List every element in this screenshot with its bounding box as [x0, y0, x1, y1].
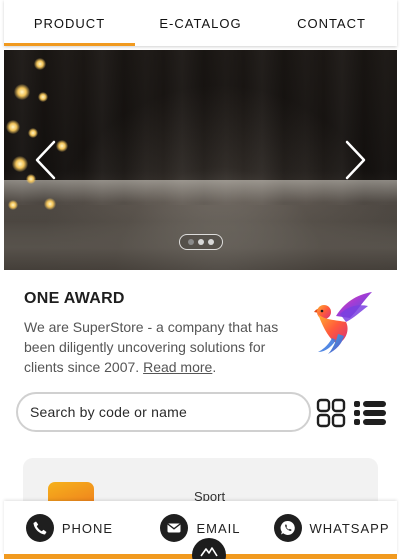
tab-contact[interactable]: CONTACT — [266, 0, 397, 46]
chevron-right-icon — [345, 140, 366, 180]
about-text: We are SuperStore - a company that has b… — [24, 317, 306, 377]
email-button[interactable]: EMAIL — [135, 514, 266, 542]
bokeh-light — [44, 198, 56, 210]
tab-product[interactable]: PRODUCT — [4, 0, 135, 46]
bird-logo-icon — [314, 292, 372, 354]
list-view-icon[interactable] — [353, 400, 387, 426]
app-root: PRODUCT E-CATALOG CONTACT ONE AWARD We a… — [0, 0, 403, 559]
phone-icon — [25, 514, 54, 542]
tab-contact-label: CONTACT — [297, 15, 366, 31]
bokeh-light — [34, 58, 46, 70]
slider-prev-button[interactable] — [32, 138, 60, 182]
whatsapp-button[interactable]: WHATSAPP — [266, 514, 397, 542]
slider-dot[interactable] — [188, 239, 194, 245]
bokeh-light — [12, 156, 28, 172]
bokeh-light — [28, 128, 38, 138]
bokeh-light — [14, 84, 30, 100]
search-box[interactable] — [16, 392, 311, 432]
bokeh-light — [8, 200, 18, 210]
tab-product-label: PRODUCT — [33, 15, 106, 31]
whatsapp-icon — [273, 514, 302, 542]
email-icon — [160, 514, 189, 542]
bokeh-light — [38, 92, 48, 102]
phone-button[interactable]: PHONE — [4, 514, 135, 542]
grid-view-icon[interactable] — [316, 398, 346, 428]
hero-slider[interactable] — [4, 50, 397, 270]
email-label: EMAIL — [196, 520, 241, 536]
tab-e-catalog-label: E-CATALOG — [159, 15, 242, 31]
mountain-icon — [200, 547, 218, 557]
whatsapp-label: WHATSAPP — [309, 520, 390, 536]
top-tabs: PRODUCT E-CATALOG CONTACT — [4, 0, 397, 46]
slider-dot[interactable] — [198, 239, 204, 245]
slider-dot[interactable] — [208, 239, 214, 245]
read-more-link[interactable]: Read more — [143, 359, 212, 375]
search-input[interactable] — [30, 404, 297, 420]
chevron-left-icon — [35, 140, 56, 180]
about-title: ONE AWARD — [24, 290, 125, 307]
slider-next-button[interactable] — [341, 138, 369, 182]
phone-label: PHONE — [61, 520, 114, 536]
wood-table-background — [4, 180, 397, 270]
tab-e-catalog[interactable]: E-CATALOG — [135, 0, 266, 46]
about-trailing: . — [212, 359, 217, 375]
bokeh-light — [6, 120, 20, 134]
slider-pagination — [179, 234, 223, 250]
